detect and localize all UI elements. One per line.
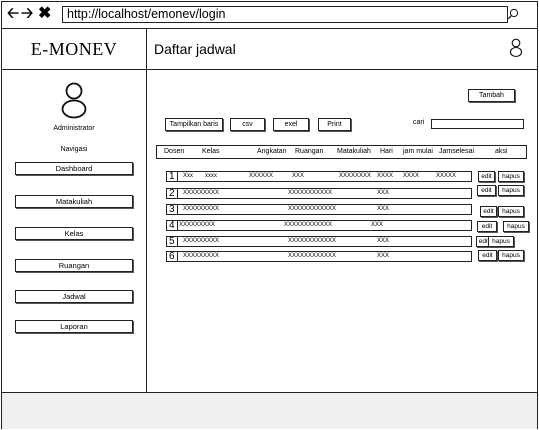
forward-arrow-icon[interactable]: 🡢 [21, 6, 33, 22]
edit-button[interactable]: edit [477, 185, 496, 196]
cell-hari: XXX [371, 222, 384, 228]
row-number: 2 [169, 188, 175, 199]
sidebar: Administrator Navigasi Dashboard Matakul… [2, 70, 147, 392]
cell-hari: XXX [377, 238, 390, 244]
row-number: 5 [169, 236, 175, 247]
brand-logo: E-MONEV [2, 29, 147, 69]
row-divider [177, 205, 178, 214]
avatar-icon [60, 82, 88, 125]
cell-dosen: XXXXXXXXX [183, 190, 220, 196]
sidebar-item-matakuliah[interactable]: Matakuliah [15, 195, 133, 208]
row-number: 4 [169, 220, 175, 231]
sidebar-item-laporan[interactable]: Laporan [15, 320, 133, 333]
column-header: Kelas [202, 148, 220, 155]
csv-button[interactable]: csv [230, 118, 265, 131]
search-input[interactable] [431, 119, 524, 129]
cell-matakuliah: XXXXXXXX [339, 173, 372, 179]
add-button[interactable]: Tambah [468, 89, 515, 102]
delete-button[interactable]: hapus [498, 185, 524, 196]
main-content: Tambah Tampilkan baris csv exel Print ca… [147, 70, 537, 392]
table-row: 2 XXXXXXXXX XXXXXXXXXXX XXX [166, 188, 472, 199]
search-label: cari [413, 119, 425, 126]
search-icon [507, 8, 519, 20]
cell-dosen: Xxx [183, 173, 194, 179]
browser-search-button[interactable] [495, 6, 533, 23]
table-header: Dosen Kelas Angkatan Ruangan Matakuliah … [156, 145, 527, 159]
cell-angkatan: XXXXXX [249, 173, 274, 179]
cell-matakuliah: XXXXXXXXXXXX [288, 253, 337, 259]
user-role: Administrator [53, 125, 95, 132]
table-row: 6 XXXXXXXXX XXXXXXXXXXXX XXX [166, 251, 472, 262]
cell-dosen: XXXXXXXXX [183, 238, 220, 244]
cell-dosen: XXXXXXXXX [179, 222, 216, 228]
show-rows-button[interactable]: Tampilkan baris [165, 118, 223, 131]
close-icon[interactable]: ✖ [38, 6, 51, 22]
column-header: Matakuliah [337, 148, 371, 155]
delete-button[interactable]: hapus [498, 171, 524, 182]
cell-hari: XXX [377, 190, 390, 196]
row-divider [177, 189, 178, 198]
excel-button[interactable]: exel [273, 118, 309, 131]
back-arrow-icon[interactable]: 🡠 [7, 6, 19, 22]
table-row: 5 XXXXXXXXX XXXXXXXXXXXX XXX [166, 236, 472, 247]
cell-matakuliah: XXXXXXXXXXX [288, 190, 333, 196]
cell-matakuliah: XXXXXXXXXXXX [288, 238, 337, 244]
cell-hari: XXX [377, 253, 390, 259]
user-icon[interactable] [509, 38, 523, 63]
table-row: 3 XXXXXXXXX XXXXXXXXXXXX XXX [166, 204, 472, 215]
column-header: Jamselesai [439, 148, 475, 155]
browser-toolbar: 🡠 🡢 ✖ http://localhost/emonev/login [2, 2, 537, 29]
cell-jam-mulai: XXXX [403, 173, 420, 179]
row-number: 3 [169, 204, 175, 215]
page-title: Daftar jadwal [154, 41, 236, 57]
column-header: Angkatan [257, 148, 287, 155]
table-row: 1 Xxx xxxx XXXXXX XXX XXXXXXXX XXXX XXXX… [166, 171, 472, 182]
cell-matakuliah: XXXXXXXXXXXX [288, 206, 337, 212]
edit-button[interactable]: edit [478, 250, 497, 261]
sidebar-item-jadwal[interactable]: Jadwal [15, 290, 133, 303]
delete-button[interactable]: hapus [488, 236, 514, 247]
cell-hari: XXX [377, 206, 390, 212]
row-divider [177, 221, 178, 230]
cell-hari: XXXX [377, 173, 394, 179]
edit-button[interactable]: edit [477, 221, 497, 232]
delete-button[interactable]: hapus [498, 206, 524, 217]
cell-kelas: xxxx [205, 173, 217, 179]
sidebar-item-ruangan[interactable]: Ruangan [15, 259, 133, 272]
cell-dosen: XXXXXXXXX [183, 253, 220, 259]
delete-button[interactable]: hapus [503, 221, 529, 232]
row-divider [177, 252, 178, 261]
row-number: 6 [169, 251, 175, 262]
app-header: E-MONEV Daftar jadwal [2, 29, 537, 70]
column-header: Hari [380, 148, 393, 155]
edit-button[interactable]: edit [478, 171, 495, 182]
sidebar-item-dashboard[interactable]: Dashboard [15, 162, 133, 175]
app-frame: 🡠 🡢 ✖ http://localhost/emonev/login E-MO… [1, 1, 538, 429]
row-divider [177, 172, 178, 181]
row-divider [177, 237, 178, 246]
address-bar[interactable]: http://localhost/emonev/login [62, 6, 508, 23]
table-row: 4 XXXXXXXXX XXXXXXXXXXXX XXX [166, 220, 472, 231]
row-number: 1 [169, 171, 175, 182]
nav-title: Navigasi [60, 146, 88, 153]
column-header: Ruangan [295, 148, 324, 155]
print-button[interactable]: Print [318, 118, 351, 131]
column-header: jam mulai [403, 148, 433, 155]
column-header: aksi [495, 148, 508, 155]
app-footer [2, 392, 537, 429]
column-header: Dosen [164, 148, 185, 155]
sidebar-item-kelas[interactable]: Kelas [15, 227, 133, 240]
cell-ruangan: XXX [292, 173, 305, 179]
cell-matakuliah: XXXXXXXXXXXX [284, 222, 333, 228]
delete-button[interactable]: hapus [498, 250, 524, 261]
cell-dosen: XXXXXXXXX [183, 206, 220, 212]
edit-button[interactable]: edit [480, 206, 497, 217]
cell-jam-selesai: XXXXX [436, 173, 457, 179]
